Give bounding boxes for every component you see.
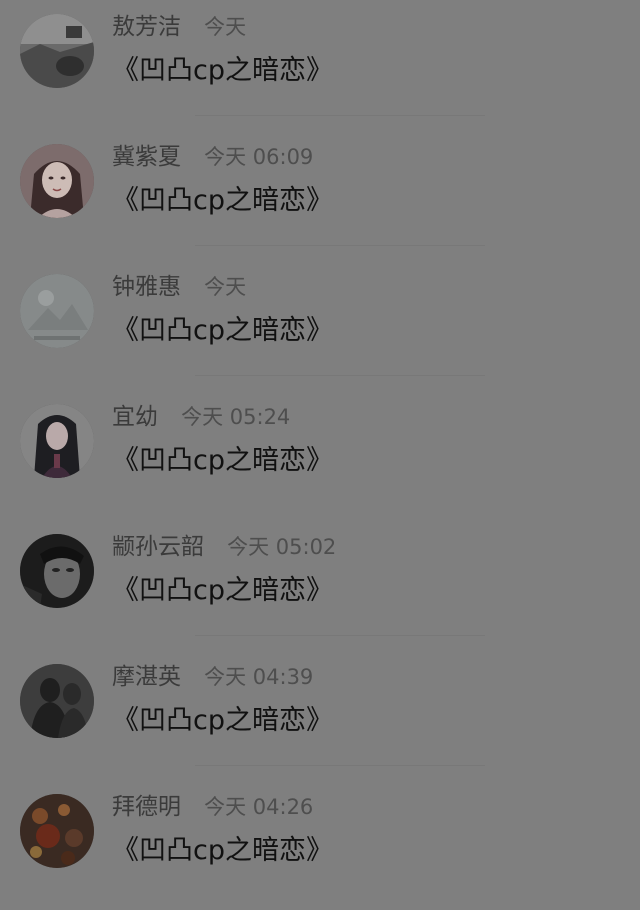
divider — [195, 635, 485, 636]
user-avatar[interactable] — [20, 14, 94, 88]
user-name[interactable]: 敖芳洁 — [112, 14, 181, 40]
user-name[interactable]: 钟雅惠 — [112, 274, 181, 300]
user-avatar[interactable] — [20, 794, 94, 868]
user-name[interactable]: 冀紫夏 — [112, 144, 181, 170]
comment-item[interactable]: 钟雅惠 今天 《凹凸cp之暗恋》 — [0, 260, 640, 390]
divider — [195, 115, 485, 116]
comment-text: 《凹凸cp之暗恋》 — [112, 705, 333, 736]
divider — [195, 245, 485, 246]
user-name[interactable]: 摩湛英 — [112, 664, 181, 690]
user-name[interactable]: 拜德明 — [112, 794, 181, 820]
divider — [195, 375, 485, 376]
user-avatar[interactable] — [20, 274, 94, 348]
comment-text: 《凹凸cp之暗恋》 — [112, 835, 333, 866]
comment-item[interactable]: 摩湛英 今天 04:39 《凹凸cp之暗恋》 — [0, 650, 640, 780]
comment-text: 《凹凸cp之暗恋》 — [112, 445, 333, 476]
comment-time: 今天 06:09 — [204, 145, 314, 169]
comment-header: 冀紫夏 今天 06:09 — [112, 142, 313, 172]
comment-text: 《凹凸cp之暗恋》 — [112, 315, 333, 346]
dark-man-avatar-icon — [20, 534, 94, 608]
user-name[interactable]: 颛孙云韶 — [112, 534, 204, 560]
landscape-avatar-icon — [20, 14, 94, 88]
girl-avatar-icon — [20, 144, 94, 218]
comment-item[interactable]: 宜幼 今天 05:24 《凹凸cp之暗恋》 — [0, 390, 640, 520]
comment-header: 钟雅惠 今天 — [112, 272, 246, 302]
anime-avatar-icon — [20, 404, 94, 478]
comment-time: 今天 04:26 — [204, 795, 314, 819]
bokeh-avatar-icon — [20, 794, 94, 868]
comment-header: 拜德明 今天 04:26 — [112, 792, 313, 822]
comment-header: 摩湛英 今天 04:39 — [112, 662, 313, 692]
user-avatar[interactable] — [20, 664, 94, 738]
mountain-avatar-icon — [20, 274, 94, 348]
comment-time: 今天 — [204, 15, 247, 39]
comment-list: 敖芳洁 今天 《凹凸cp之暗恋》 冀紫夏 今天 06:09 《凹凸cp之暗恋》 — [0, 0, 640, 870]
comment-header: 颛孙云韶 今天 05:02 — [112, 532, 336, 562]
comment-item[interactable]: 拜德明 今天 04:26 《凹凸cp之暗恋》 — [0, 780, 640, 910]
silhouette-avatar-icon — [20, 664, 94, 738]
user-avatar[interactable] — [20, 404, 94, 478]
user-name[interactable]: 宜幼 — [112, 404, 158, 430]
divider — [195, 765, 485, 766]
comment-time: 今天 04:39 — [204, 665, 314, 689]
comment-item[interactable]: 颛孙云韶 今天 05:02 《凹凸cp之暗恋》 — [0, 520, 640, 650]
comment-text: 《凹凸cp之暗恋》 — [112, 575, 333, 606]
comment-header: 宜幼 今天 05:24 — [112, 402, 290, 432]
comment-time: 今天 05:02 — [227, 535, 337, 559]
comment-text: 《凹凸cp之暗恋》 — [112, 55, 333, 86]
comment-time: 今天 — [204, 275, 247, 299]
comment-text: 《凹凸cp之暗恋》 — [112, 185, 333, 216]
comment-header: 敖芳洁 今天 — [112, 12, 246, 42]
user-avatar[interactable] — [20, 534, 94, 608]
comment-item[interactable]: 敖芳洁 今天 《凹凸cp之暗恋》 — [0, 0, 640, 130]
comment-time: 今天 05:24 — [181, 405, 291, 429]
user-avatar[interactable] — [20, 144, 94, 218]
comment-item[interactable]: 冀紫夏 今天 06:09 《凹凸cp之暗恋》 — [0, 130, 640, 260]
